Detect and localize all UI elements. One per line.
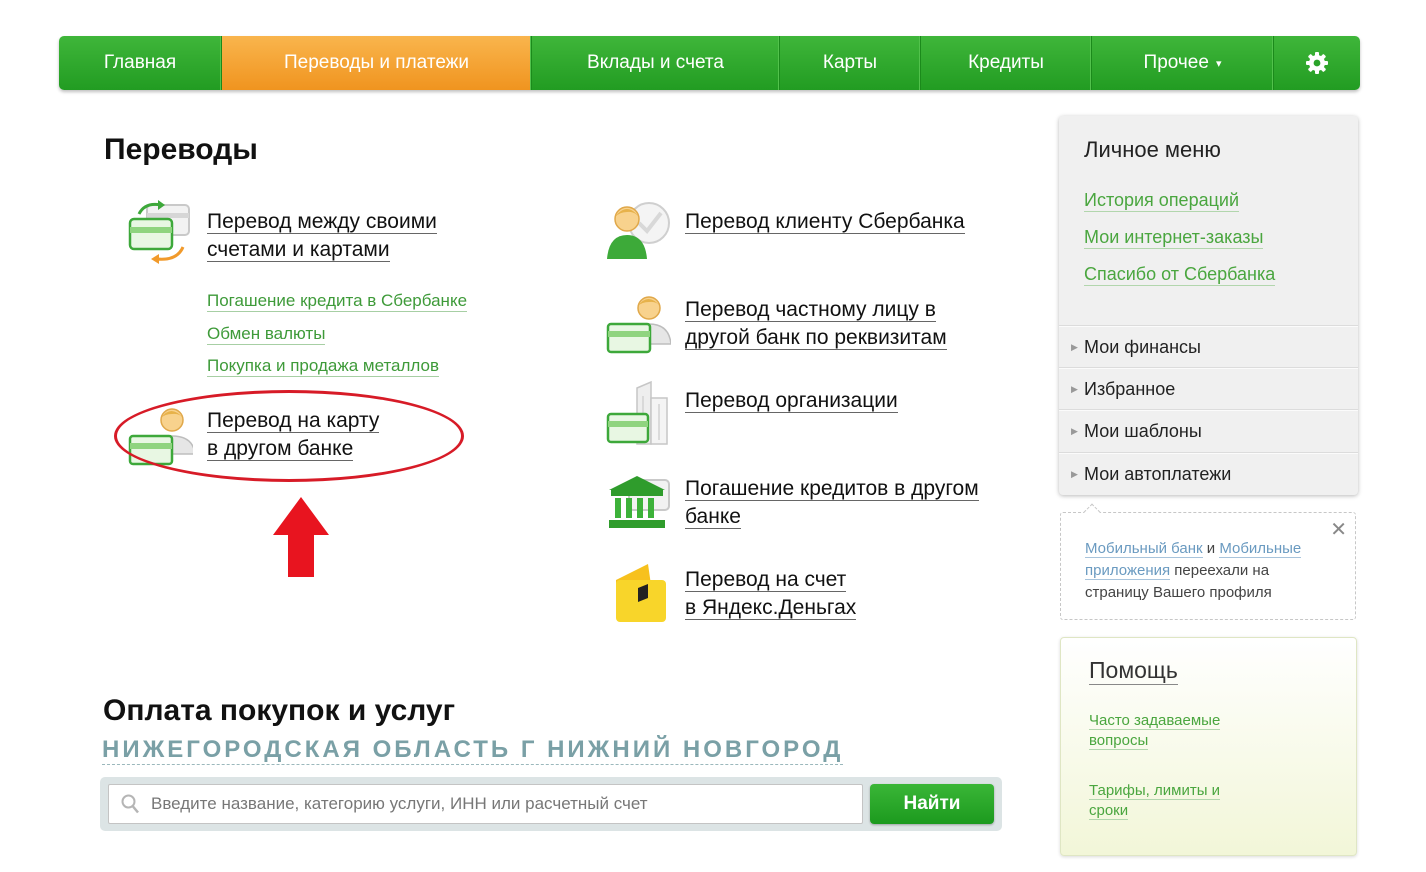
search-icon <box>121 794 139 814</box>
help-title[interactable]: Помощь <box>1089 657 1178 685</box>
nav-item-home[interactable]: Главная <box>59 36 222 90</box>
annotation-ellipse <box>114 390 464 482</box>
sidebar-item-label: Мои шаблоны <box>1084 421 1202 441</box>
tariffs-link[interactable]: Тарифы, лимиты и сроки <box>1089 781 1249 821</box>
own-accounts-transfer-icon <box>128 200 190 264</box>
chevron-down-icon: ▾ <box>1215 57 1222 70</box>
link-line: Перевод клиенту Сбербанка <box>685 210 965 234</box>
nav-label: Главная <box>103 52 177 73</box>
private-person-transfer-icon <box>606 296 671 354</box>
search-input[interactable] <box>108 784 863 824</box>
help-link-text: Тарифы, лимиты и сроки <box>1089 782 1221 820</box>
link-line: Погашение кредитов в другом <box>685 477 979 501</box>
spasibo-link[interactable]: Спасибо от Сбербанка <box>1084 264 1276 286</box>
link-line: Перевод на счет <box>685 568 847 592</box>
notice-connector: и <box>1202 540 1220 557</box>
nav-label: Кредиты <box>968 52 1044 73</box>
sidebar-item-label: Мои автоплатежи <box>1084 464 1232 484</box>
organization-transfer-icon <box>606 380 668 445</box>
mobile-bank-notice: ✕ Мобильный банк и Мобильные приложения … <box>1060 503 1356 620</box>
chevron-right-icon: ▶ <box>1071 426 1078 436</box>
faq-link[interactable]: Часто задаваемые вопросы <box>1089 711 1249 751</box>
sidebar-item-templates[interactable]: ▶ Мои шаблоны <box>1059 409 1358 451</box>
nav-label: Вклады и счета <box>587 52 724 73</box>
transfers-title: Переводы <box>104 133 258 166</box>
nav-label: Переводы и платежи <box>284 52 469 73</box>
notice-notch <box>1083 503 1101 521</box>
chevron-right-icon: ▶ <box>1071 384 1078 394</box>
search-button[interactable]: Найти <box>870 784 994 824</box>
bank-building-icon <box>609 476 670 528</box>
help-link-text: Часто задаваемые вопросы <box>1089 712 1221 750</box>
sidebar-item-favorites[interactable]: ▶ Избранное <box>1059 367 1358 409</box>
search-bar: Найти <box>100 777 1002 831</box>
chevron-right-icon: ▶ <box>1071 469 1078 479</box>
payments-title: Оплата покупок и услуг <box>103 694 456 727</box>
nav-item-credits[interactable]: Кредиты <box>921 36 1092 90</box>
operations-history-link[interactable]: История операций <box>1084 190 1240 212</box>
link-line: Перевод между своими <box>207 210 437 234</box>
annotation-arrow-up-icon <box>273 497 329 577</box>
sidebar-item-label: Мои финансы <box>1084 337 1201 357</box>
link-line: банке <box>685 505 741 529</box>
nav-item-deposits[interactable]: Вклады и счета <box>532 36 780 90</box>
organization-transfer-link[interactable]: Перевод организации <box>685 387 898 415</box>
sber-client-transfer-icon <box>607 202 670 259</box>
nav-item-transfers-payments[interactable]: Переводы и платежи <box>222 36 532 90</box>
link-line: Перевод организации <box>685 389 898 413</box>
personal-menu: Личное меню История операций Мои интерне… <box>1059 116 1358 495</box>
currency-exchange-link[interactable]: Обмен валюты <box>207 324 326 345</box>
gear-icon <box>1306 52 1328 74</box>
nav-item-cards[interactable]: Карты <box>780 36 921 90</box>
help-panel: Помощь Часто задаваемые вопросы Тарифы, … <box>1060 637 1357 856</box>
link-line: в Яндекс.Деньгах <box>685 596 857 620</box>
sidebar-item-label: Избранное <box>1084 379 1176 399</box>
region-selector[interactable]: НИЖЕГОРОДСКАЯ ОБЛАСТЬ Г НИЖНИЙ НОВГОРОД <box>102 736 844 765</box>
credit-other-bank-link[interactable]: Погашение кредитов в другом банке <box>685 475 979 531</box>
nav-label: Прочее <box>1143 52 1209 73</box>
private-person-transfer-link[interactable]: Перевод частному лицу в другой банк по р… <box>685 296 947 352</box>
internet-orders-link[interactable]: Мои интернет-заказы <box>1084 227 1264 249</box>
settings-button[interactable] <box>1274 36 1360 90</box>
sidebar-item-finances[interactable]: ▶ Мои финансы <box>1059 325 1358 367</box>
link-line: счетами и картами <box>207 238 390 262</box>
sidebar-item-autopayments[interactable]: ▶ Мои автоплатежи <box>1059 452 1358 494</box>
sber-client-transfer-link[interactable]: Перевод клиенту Сбербанка <box>685 208 965 236</box>
metals-trade-link[interactable]: Покупка и продажа металлов <box>207 356 440 377</box>
link-line: другой банк по реквизитам <box>685 326 947 350</box>
nav-item-other[interactable]: Прочее ▾ <box>1092 36 1274 90</box>
mobile-bank-link[interactable]: Мобильный банк <box>1085 540 1203 558</box>
sberbank-credit-repayment-link[interactable]: Погашение кредита в Сбербанке <box>207 291 468 312</box>
chevron-right-icon: ▶ <box>1071 342 1078 352</box>
yandex-money-transfer-link[interactable]: Перевод на счет в Яндекс.Деньгах <box>685 566 857 622</box>
notice-text: Мобильный банк и Мобильные приложения пе… <box>1085 538 1335 604</box>
top-nav: Главная Переводы и платежи Вклады и счет… <box>59 36 1360 90</box>
nav-label: Карты <box>822 52 878 73</box>
link-line: Перевод частному лицу в <box>685 298 936 322</box>
own-accounts-transfer-link[interactable]: Перевод между своими счетами и картами <box>207 208 437 264</box>
yandex-wallet-icon <box>616 564 666 622</box>
personal-menu-title: Личное меню <box>1084 137 1221 162</box>
